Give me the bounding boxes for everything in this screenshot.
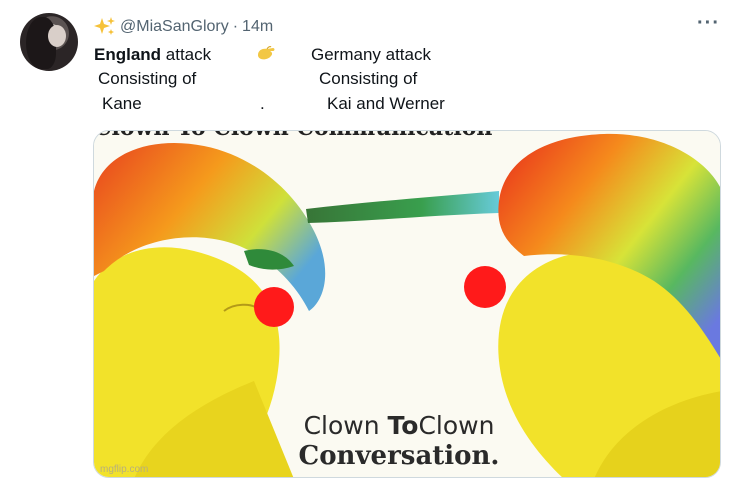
right-line3: Kai and Werner — [327, 94, 445, 113]
team-name-england: England — [94, 45, 162, 64]
timestamp[interactable]: 14m — [242, 18, 273, 36]
user-handle[interactable]: @MiaSanGlory — [120, 18, 229, 36]
caption-line1: Clown ToClown — [303, 411, 495, 440]
avatar[interactable] — [20, 13, 78, 71]
more-icon[interactable]: ··· — [697, 12, 720, 35]
left-line1-rest: attack — [161, 45, 212, 64]
left-line1: England attack — [94, 44, 211, 66]
separator-dot: · — [232, 18, 239, 35]
right-line2: Consisting of — [319, 69, 418, 88]
meme-image[interactable]: Clown To Clown Communication Clown ToClo… — [93, 130, 721, 478]
filler-dot: . — [260, 94, 265, 113]
sparkles-icon — [94, 17, 115, 35]
top-text: Clown To Clown Communication — [94, 131, 492, 141]
right-clown-nose — [464, 266, 506, 308]
tweet-header: @MiaSanGlory · 14m — [94, 17, 273, 37]
caption-line2: Conversation. — [298, 441, 500, 471]
pinching-hand-icon — [258, 46, 275, 60]
tweet: @MiaSanGlory · 14m ··· England attack Co… — [0, 0, 740, 484]
meme-caption: Clown ToClown Conversation. — [294, 411, 504, 471]
watermark: mgflip.com — [100, 464, 149, 475]
right-line1: Germany attack — [311, 45, 431, 64]
left-line3: Kane — [102, 94, 142, 113]
left-clown-nose — [254, 287, 294, 327]
left-line2: Consisting of — [98, 69, 197, 88]
